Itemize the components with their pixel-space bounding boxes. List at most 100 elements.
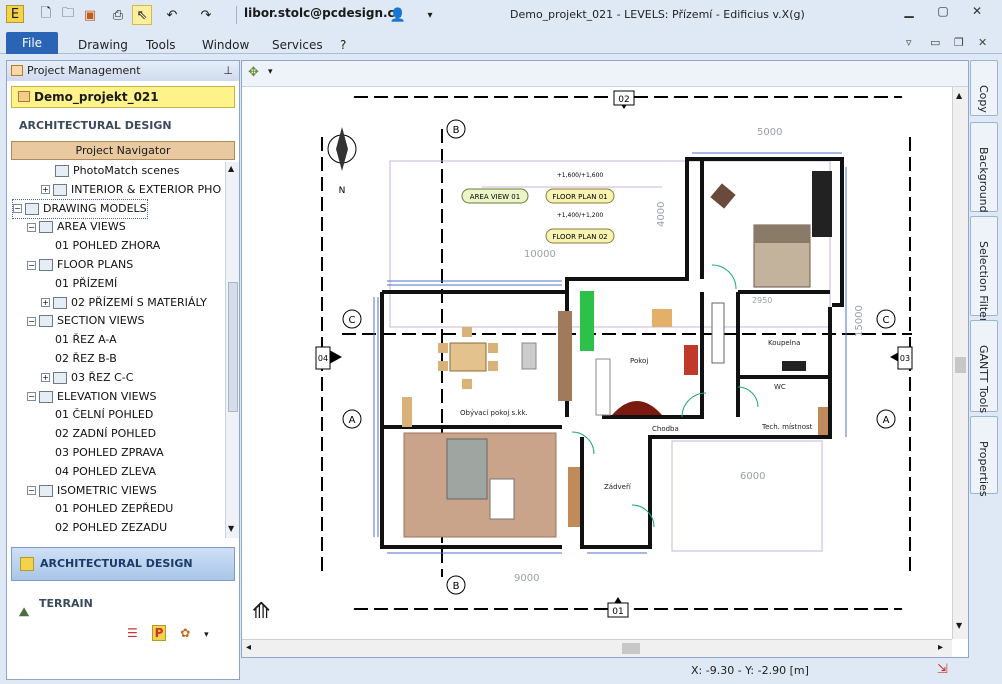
menu-window[interactable]: Window [202,38,249,52]
floor-plan-canvas[interactable]: N 02 01 04 03 B B C C A A AREA VIEW 01 F… [242,87,952,639]
tree-item[interactable]: 02 POHLED ZEZADU [55,519,167,537]
plugin-icon[interactable]: ✿ [180,626,190,640]
svg-text:A: A [883,415,890,426]
tree-item[interactable]: 04 POHLED ZLEVA [55,463,156,481]
svg-text:AREA VIEW 01: AREA VIEW 01 [470,193,520,201]
tab-copy[interactable]: Copy [970,60,998,116]
menu-help[interactable]: ? [340,38,346,52]
tree-item[interactable]: 01 ČELNÍ POHLED [55,406,153,424]
view-tool-dropdown-icon[interactable]: ▾ [268,67,273,77]
status-bar: X: -9.30 - Y: -2.90 [m] ⇲ [241,658,1002,684]
doc-close-button[interactable]: ✕ [978,36,987,49]
tab-selection-filter-label: Selection Filter [977,241,990,323]
undo-icon[interactable]: ↶ [162,5,182,25]
project-name[interactable]: Demo_projekt_021 [11,86,235,108]
canvas-scroll-up-icon[interactable]: ▲ [956,91,962,100]
doc-restore-button[interactable]: ❐ [954,36,964,49]
tree-item[interactable]: 02 ZADNÍ POHLED [55,425,156,443]
expand-toggle-icon[interactable]: − [27,486,36,496]
tree-node-icon [53,183,67,196]
tree-item[interactable]: +02 PŘÍZEMÍ S MATERIÁLY [41,294,207,312]
menu-file[interactable]: File [6,32,58,54]
list-icon[interactable]: ☰ [127,626,138,640]
canvas-hscroll-thumb[interactable] [622,643,640,654]
terrain-button-label: TERRAIN [39,597,93,610]
tree-item[interactable]: − AREA VIEWS [27,218,126,236]
coordinates-readout: X: -9.30 - Y: -2.90 [m] [691,664,809,677]
maximize-button[interactable]: ▢ [930,4,956,24]
doc-minimize-button[interactable]: ▭ [930,36,940,49]
tab-background[interactable]: Background [970,122,998,213]
tree-node-icon [55,165,69,177]
menu-drawing[interactable]: Drawing [78,38,128,52]
tree-item[interactable]: + INTERIOR & EXTERIOR PHO [41,181,221,199]
scroll-down-icon[interactable]: ▼ [228,524,234,533]
pointer-icon[interactable]: ⇖ [132,5,152,25]
expand-toggle-icon[interactable]: + [41,298,50,308]
expand-toggle-icon[interactable]: − [27,222,36,232]
tab-properties[interactable]: Properties [970,416,998,497]
tab-selection-filter[interactable]: Selection Filter [970,216,998,322]
status-icon[interactable]: ⇲ [937,662,948,677]
menu-tools[interactable]: Tools [146,38,176,52]
terrain-button[interactable]: ⛰ TERRAIN [11,589,235,619]
canvas-horizontal-scrollbar[interactable]: ◂ ▸ [242,639,952,657]
tree-item[interactable]: 01 PŘÍZEMÍ [55,275,117,293]
tree-item[interactable]: +03 ŘEZ C-C [41,369,133,387]
open-folder-icon[interactable]: 🗀 [58,5,78,25]
more-icon[interactable]: ▾ [204,630,209,640]
tree-item[interactable]: 01 POHLED ZHORA [55,237,160,255]
print-icon[interactable]: ⎙ [108,5,128,25]
scroll-up-icon[interactable]: ▲ [228,164,234,173]
canvas-scroll-right-icon[interactable]: ▸ [938,642,943,653]
pin-icon[interactable]: ⊥ [223,61,233,81]
expand-toggle-icon[interactable]: − [13,204,22,214]
user-icon[interactable]: 👤 [388,5,408,25]
tree-scrollbar[interactable]: ▲ ▼ [225,162,239,538]
tree-item[interactable]: − ELEVATION VIEWS [27,388,156,406]
expand-toggle-icon[interactable]: + [41,373,50,383]
tab-gantt-tools[interactable]: GANTT Tools [970,320,998,413]
save-icon[interactable]: ▣ [80,5,100,25]
app-icon[interactable]: E [6,5,24,23]
customize-icon[interactable]: ▾ [420,5,440,25]
tree-item[interactable]: 03 POHLED ZPRAVA [55,444,164,462]
tree-item[interactable]: − FLOOR PLANS [27,256,133,274]
expand-toggle-icon[interactable]: − [27,260,36,270]
tree-node-icon [39,315,53,328]
ribbon-toggle-icon[interactable]: ▿ [906,36,912,49]
compass-label: N [339,186,346,196]
architectural-design-button[interactable]: ARCHITECTURAL DESIGN [11,547,235,581]
menu-bar: File Drawing Tools Window Services ? ▿ ▭… [0,30,1002,54]
canvas-vscroll-thumb[interactable] [955,357,966,373]
tree-item[interactable]: 02 ŘEZ B-B [55,350,117,368]
tree-item-label: 01 PŘÍZEMÍ [55,276,118,290]
tree-item[interactable]: − SECTION VIEWS [27,312,145,330]
tree-item[interactable]: − ISOMETRIC VIEWS [27,482,157,500]
tree-node-icon [53,296,67,309]
canvas-vertical-scrollbar[interactable]: ▲ ▼ [952,87,968,639]
tree-item[interactable]: 01 ŘEZ A-A [55,331,117,349]
minimize-button[interactable]: ▁ [896,4,922,24]
tree-item[interactable]: PhotoMatch scenes [55,162,179,180]
project-icon [11,65,23,76]
tree-item-label: 02 POHLED ZEZADU [55,521,168,535]
expand-toggle-icon[interactable]: − [27,392,36,402]
tree-item[interactable]: 01 POHLED ZEPŘEDU [55,500,173,518]
p-icon[interactable]: P [151,625,167,641]
svg-text:02: 02 [618,95,629,105]
project-navigator-header[interactable]: Project Navigator [11,141,235,160]
scroll-thumb[interactable] [228,282,238,412]
close-button[interactable]: ✕ [964,4,990,24]
section-marker-left: 04 [315,346,342,370]
expand-toggle-icon[interactable]: + [41,185,50,195]
menu-services[interactable]: Services [272,38,323,52]
canvas-scroll-down-icon[interactable]: ▼ [956,621,962,630]
expand-toggle-icon[interactable]: − [27,316,36,326]
svg-text:C: C [883,315,890,326]
canvas-scroll-left-icon[interactable]: ◂ [246,642,251,653]
view-tool-icon[interactable]: ✥ [248,65,259,80]
tree-item[interactable]: − DRAWING MODELS [12,198,148,219]
new-file-icon[interactable]: 🗋 [36,5,56,25]
redo-icon[interactable]: ↷ [196,5,216,25]
